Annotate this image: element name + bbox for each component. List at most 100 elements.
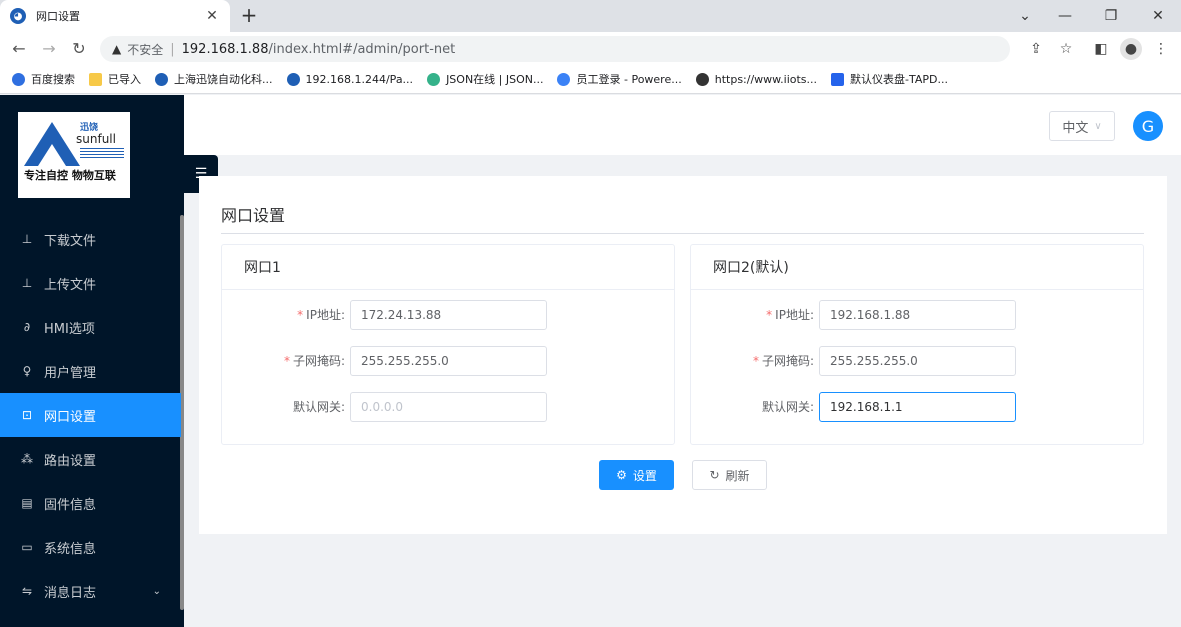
logo-mark-inner (38, 144, 66, 166)
close-tab-icon[interactable]: ✕ (204, 8, 220, 24)
sidebar-item-label: 上传文件 (44, 277, 97, 293)
bookmark-label: JSON在线 | JSON... (446, 73, 544, 86)
back-icon[interactable]: ← (8, 38, 30, 60)
sidebar-item-logs[interactable]: ⇋ 消息日志 ⌄ (0, 569, 181, 613)
sidebar-item-users[interactable]: ♀ 用户管理 (0, 349, 181, 393)
bookmark-label: 已导入 (108, 73, 141, 86)
sidebar-item-port-net[interactable]: ⊡ 网口设置 (0, 393, 181, 437)
port1-mask-input[interactable] (350, 346, 547, 376)
exchange-icon: ⇋ (21, 584, 33, 598)
link-icon: ∂ (23, 320, 31, 334)
port2-mask-row: * 子网掩码: (691, 346, 1143, 376)
required-mark: * (752, 354, 759, 368)
port2-gateway-row: 默认网关: (691, 392, 1143, 422)
bookmark-item[interactable]: 上海迅饶自动化科... (155, 71, 273, 87)
user-avatar[interactable]: G (1133, 111, 1163, 141)
user-icon: ♀ (22, 364, 32, 378)
sidebar-item-route[interactable]: ⁂ 路由设置 (0, 437, 181, 481)
port2-ip-row: * IP地址: (691, 300, 1143, 330)
port1-panel: 网口1 *IP地址: *子网掩码: 默认网关: (221, 244, 675, 445)
reload-icon[interactable]: ↻ (68, 38, 90, 60)
port2-ip-input[interactable] (819, 300, 1016, 330)
port1-title: 网口1 (222, 245, 674, 290)
restore-icon[interactable]: ❐ (1088, 0, 1134, 32)
bookmark-item[interactable]: 员工登录 - Powere... (557, 71, 682, 87)
browser-toolbar: ← → ↻ ▲ 不安全 | 192.168.1.88 /index.html#/… (0, 32, 1181, 65)
sidebar-item-hmi[interactable]: ∂ HMI选项 (0, 305, 181, 349)
new-tab-icon[interactable]: + (236, 3, 262, 29)
bookmark-star-icon[interactable]: ☆ (1055, 38, 1077, 60)
close-window-icon[interactable]: ✕ (1135, 0, 1181, 32)
set-button-label: 设置 (632, 468, 657, 483)
monitor-icon: ▭ (21, 540, 33, 554)
document-icon: ▤ (21, 496, 33, 510)
chevron-down-icon: ∨ (1094, 120, 1102, 132)
refresh-icon: ↻ (709, 468, 720, 482)
site-favicon-icon: ◕ (10, 8, 26, 24)
bookmark-label: 默认仪表盘-TAPD... (850, 73, 948, 86)
bookmark-item[interactable]: 默认仪表盘-TAPD... (831, 71, 948, 87)
logo-slogan: 专注自控 物物互联 (24, 169, 116, 182)
required-mark: * (297, 308, 304, 322)
sidebar-item-upload[interactable]: ⊥ 上传文件 (0, 261, 181, 305)
address-bar[interactable]: ▲ 不安全 | 192.168.1.88 /index.html#/admin/… (100, 36, 1010, 62)
sidebar-item-label: 用户管理 (44, 365, 97, 381)
bookmark-item[interactable]: 百度搜索 (12, 71, 75, 87)
browser-tab-bar: ◕ 网口设置 ✕ + ⌄ — ❐ ✕ (0, 0, 1181, 32)
globe-icon (695, 72, 709, 86)
port2-gateway-input[interactable] (819, 392, 1016, 422)
share-icon[interactable]: ⇪ (1025, 38, 1047, 60)
sidebar-item-system[interactable]: ▭ 系统信息 (0, 525, 181, 569)
required-mark: * (766, 308, 773, 322)
minimize-icon[interactable]: — (1042, 0, 1088, 32)
upload-icon: ⊥ (21, 276, 33, 290)
refresh-button[interactable]: ↻ 刷新 (692, 460, 767, 490)
port1-gateway-row: 默认网关: (222, 392, 674, 422)
sidebar-item-label: HMI选项 (44, 321, 95, 337)
app-header: 中文 ∨ G (184, 95, 1181, 155)
folder-icon (89, 72, 102, 86)
download-icon: ⊥ (21, 232, 33, 246)
sidebar-item-label: 系统信息 (44, 541, 97, 557)
sidebar-item-download[interactable]: ⊥ 下载文件 (0, 217, 181, 261)
port1-ip-input[interactable] (350, 300, 547, 330)
profile-icon[interactable]: ● (1120, 38, 1142, 60)
site-favicon-icon (155, 72, 168, 86)
bookmark-item[interactable]: 已导入 (89, 71, 141, 87)
side-panel-icon[interactable]: ◧ (1090, 38, 1112, 60)
company-logo: 迅饶 sunfull 专注自控 物物互联 (18, 112, 130, 198)
label-text: 默认网关: (761, 400, 814, 414)
bookmark-label: https://www.iiots... (714, 72, 818, 86)
required-mark: * (283, 354, 290, 368)
browser-tab[interactable]: ◕ 网口设置 ✕ (0, 0, 230, 32)
bookmark-label: 上海迅饶自动化科... (174, 73, 273, 86)
route-icon: ⁂ (21, 452, 33, 466)
label-text: 默认网关: (292, 400, 345, 414)
title-divider (221, 233, 1144, 234)
label-text: IP地址: (775, 308, 814, 322)
sidebar-item-label: 固件信息 (44, 497, 97, 513)
port1-gateway-input[interactable] (350, 392, 547, 422)
warning-icon: ▲ (112, 42, 122, 56)
gear-icon (427, 72, 441, 86)
port1-mask-row: * 子网掩码: (222, 346, 674, 376)
port2-panel: 网口2(默认) *IP地址: *子网掩码: 默认网关: (690, 244, 1144, 445)
port1-ip-label: * IP地址: (297, 300, 345, 330)
set-button[interactable]: ⚙ 设置 (599, 460, 674, 490)
site-favicon-icon (286, 72, 300, 86)
avatar-letter: G (1141, 116, 1155, 136)
more-menu-icon[interactable]: ⋮ (1150, 38, 1172, 60)
bookmark-item[interactable]: 192.168.1.244/Pa... (286, 72, 413, 86)
port2-mask-input[interactable] (819, 346, 1016, 376)
bookmark-item[interactable]: JSON在线 | JSON... (427, 71, 543, 87)
port2-gateway-label: 默认网关: (762, 392, 814, 422)
forward-icon[interactable]: → (38, 38, 60, 60)
port1-gateway-label: 默认网关: (293, 392, 345, 422)
bookmarks-bar: 百度搜索 已导入 上海迅饶自动化科... 192.168.1.244/Pa...… (0, 65, 1181, 94)
sidebar-item-firmware[interactable]: ▤ 固件信息 (0, 481, 181, 525)
sidebar-item-label: 消息日志 (44, 585, 97, 601)
language-select[interactable]: 中文 ∨ (1049, 111, 1115, 141)
bookmark-item[interactable]: https://www.iiots... (695, 72, 818, 86)
tab-title: 网口设置 (36, 10, 80, 23)
site-favicon-icon (831, 72, 845, 86)
